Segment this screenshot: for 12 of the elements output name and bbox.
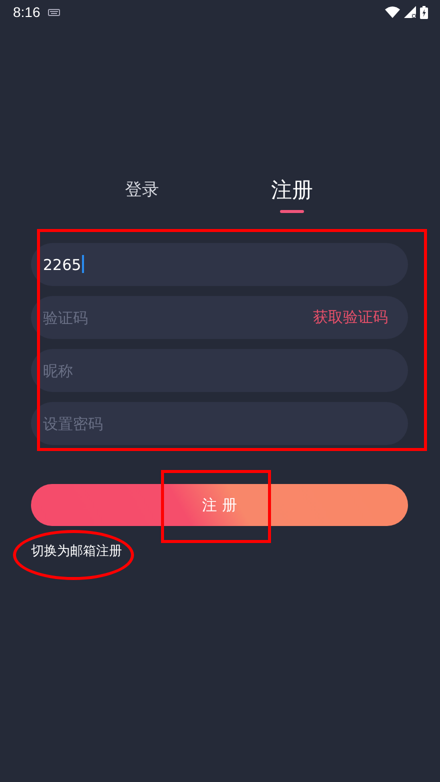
battery-icon	[420, 6, 428, 18]
tab-indicator	[280, 210, 304, 213]
input-field[interactable]: 昵称	[31, 349, 408, 392]
wifi-icon	[385, 6, 400, 18]
keyboard-icon	[48, 8, 60, 16]
tab[interactable]: 注册	[271, 176, 313, 204]
switch-link[interactable]: 切换为邮箱注册	[31, 542, 122, 562]
status-time: 8:16	[13, 2, 40, 22]
password-field[interactable]: 设置密码	[31, 402, 408, 445]
signal-icon	[404, 6, 416, 18]
input-field[interactable]: 2265	[31, 243, 408, 286]
tab[interactable]: 登录	[125, 176, 159, 204]
